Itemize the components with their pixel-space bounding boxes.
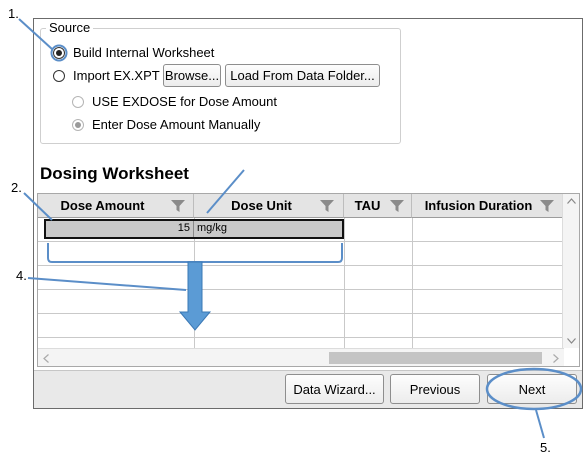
cell-divider — [193, 221, 194, 237]
radio-unchecked-icon[interactable] — [53, 69, 65, 82]
column-header-label: TAU — [354, 198, 381, 213]
enter-manual-label: Enter Dose Amount Manually — [92, 117, 261, 132]
horizontal-scrollbar[interactable] — [38, 348, 564, 366]
row-divider — [38, 265, 563, 266]
horizontal-scroll-thumb[interactable] — [329, 352, 542, 364]
column-header-dose-unit[interactable]: Dose Unit — [194, 194, 344, 218]
enter-manual-option[interactable]: Enter Dose Amount Manually — [72, 117, 260, 132]
scroll-up-icon[interactable] — [567, 198, 576, 204]
scroll-right-icon[interactable] — [553, 354, 559, 363]
row-divider — [38, 337, 563, 338]
column-header-label: Infusion Duration — [424, 198, 533, 213]
row-divider — [38, 241, 563, 242]
source-legend: Source — [46, 20, 94, 35]
filter-icon[interactable] — [540, 199, 554, 213]
dose-unit-cell[interactable]: mg/kg — [197, 222, 227, 234]
worksheet-title: Dosing Worksheet — [40, 164, 189, 183]
column-header-label: Dose Unit — [231, 198, 292, 213]
import-xpt-label: Import EX.XPT — [73, 68, 160, 83]
previous-button[interactable]: Previous — [390, 374, 480, 404]
build-worksheet-option[interactable]: Build Internal Worksheet — [53, 45, 214, 60]
callout-1: 1. — [8, 6, 19, 21]
use-exdose-option[interactable]: USE EXDOSE for Dose Amount — [72, 94, 277, 109]
column-header-infusion-duration[interactable]: Infusion Duration — [412, 194, 564, 218]
callout-5-line — [535, 409, 545, 439]
vertical-scrollbar[interactable] — [562, 194, 579, 348]
row-divider — [38, 289, 563, 290]
column-header-label: Dose Amount — [60, 198, 145, 213]
column-divider — [344, 218, 345, 348]
radio-disabled-checked-icon[interactable] — [72, 118, 84, 131]
use-exdose-label: USE EXDOSE for Dose Amount — [92, 94, 277, 109]
callout-2: 2. — [11, 180, 22, 195]
filter-icon[interactable] — [390, 199, 404, 213]
column-header-dose-amount[interactable]: Dose Amount — [38, 194, 194, 218]
build-worksheet-label: Build Internal Worksheet — [73, 45, 215, 60]
load-from-folder-button[interactable]: Load From Data Folder... — [225, 64, 380, 87]
row-divider — [38, 313, 563, 314]
callout-5: 5. — [540, 440, 551, 455]
callout-4: 4. — [16, 268, 27, 283]
column-header-tau[interactable]: TAU — [344, 194, 412, 218]
import-xpt-option[interactable]: Import EX.XPT — [53, 68, 160, 83]
filter-icon[interactable] — [320, 199, 334, 213]
filter-icon[interactable] — [171, 199, 185, 213]
radio-disabled-icon[interactable] — [72, 95, 84, 108]
next-button[interactable]: Next — [487, 374, 577, 404]
browse-button[interactable]: Browse... — [163, 64, 221, 87]
column-divider — [412, 218, 413, 348]
table-row[interactable]: 15 mg/kg — [44, 219, 344, 239]
data-wizard-button[interactable]: Data Wizard... — [285, 374, 384, 404]
scroll-left-icon[interactable] — [43, 354, 49, 363]
dose-amount-cell[interactable]: 15 — [46, 222, 190, 234]
scroll-down-icon[interactable] — [567, 338, 576, 344]
dosing-grid[interactable]: Dose Amount Dose Unit TAU Infusion Durat… — [37, 193, 580, 367]
radio-checked-icon[interactable] — [53, 46, 65, 59]
